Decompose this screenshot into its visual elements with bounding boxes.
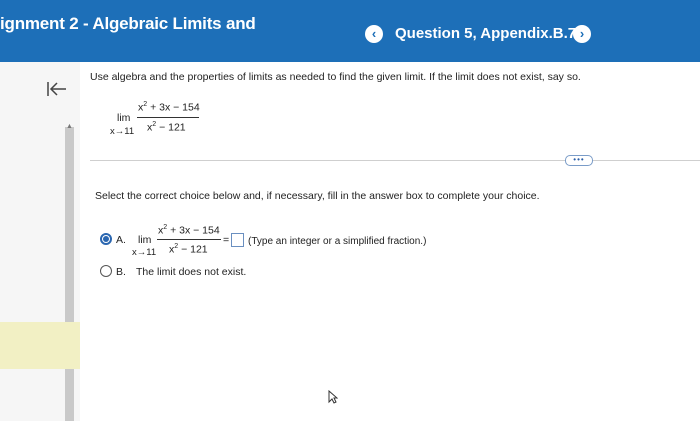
assignment-title: ignment 2 - Algebraic Limits and xyxy=(0,14,256,33)
collapse-panel-icon[interactable] xyxy=(46,79,68,99)
next-question-button[interactable]: › xyxy=(573,25,591,43)
question-label: Question 5, Appendix.B.7 xyxy=(395,25,577,42)
problem-instructions: Use algebra and the properties of limits… xyxy=(90,71,581,83)
limit-subscript: x→11 xyxy=(110,126,135,137)
previous-question-button[interactable]: ‹ xyxy=(365,25,383,43)
choice-a-letter: A. xyxy=(116,234,126,246)
choice-b-text: The limit does not exist. xyxy=(136,266,247,278)
fraction-bar xyxy=(137,117,199,118)
sidebar-highlight xyxy=(0,322,80,369)
limit-denominator: x2 − 121 xyxy=(147,121,186,134)
scroll-up-arrow-icon[interactable]: ▲ xyxy=(66,123,73,130)
choice-a-fraction-bar xyxy=(157,239,221,240)
choice-b-radio[interactable] xyxy=(100,265,112,277)
choice-a-equals: = xyxy=(223,234,230,246)
choice-a-hint: (Type an integer or a simplified fractio… xyxy=(248,236,427,247)
choice-a-denominator: x2 − 121 xyxy=(169,243,208,256)
panel-scrollbar[interactable] xyxy=(65,127,74,421)
limit-numerator: x2 + 3x − 154 xyxy=(138,101,200,114)
answer-input-box[interactable] xyxy=(231,233,244,247)
limit-operator: lim xyxy=(117,112,131,124)
more-options-button[interactable]: ••• xyxy=(565,155,593,166)
choice-a-limit-operator: lim xyxy=(138,234,152,246)
choice-b-letter: B. xyxy=(116,266,126,278)
choice-a-numerator: x2 + 3x − 154 xyxy=(158,224,220,237)
choice-a-limit-subscript: x→11 xyxy=(132,247,157,258)
choice-a-radio[interactable] xyxy=(100,233,112,245)
assignment-header: ignment 2 - Algebraic Limits and ‹ Quest… xyxy=(0,0,700,62)
mouse-pointer-icon xyxy=(328,390,338,404)
select-choice-instructions: Select the correct choice below and, if … xyxy=(95,190,540,202)
section-divider xyxy=(90,160,700,161)
